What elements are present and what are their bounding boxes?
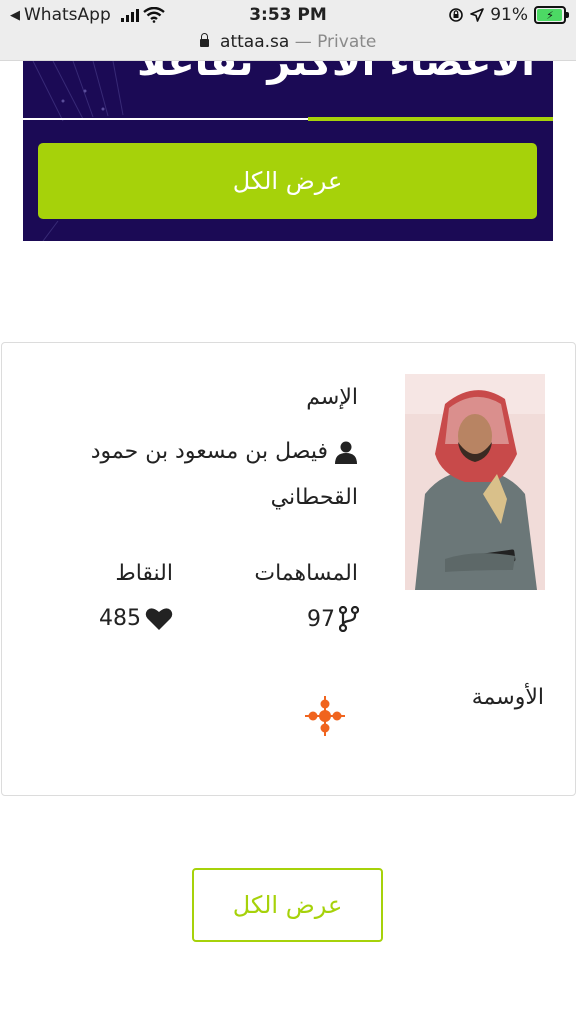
lock-icon — [199, 33, 209, 47]
member-avatar-image — [405, 374, 545, 590]
url-bar[interactable]: attaa.sa — Private — [0, 32, 576, 52]
hero-divider-accent — [308, 117, 553, 121]
contributions-stat: 97 — [307, 606, 359, 632]
rotation-lock-icon — [449, 8, 464, 22]
hero-title: الأعضاء الأكثر تفاعلا — [136, 61, 535, 85]
points-stat: 485 — [99, 606, 173, 631]
member-card: الإسم فيصل بن مسعود بن حمود القحطاني الم… — [1, 342, 576, 796]
user-icon — [335, 441, 357, 464]
badge-network-icon[interactable] — [304, 695, 346, 737]
hero-divider — [23, 118, 308, 120]
hero-banner: الأعضاء الأكثر تفاعلا عرض الكل — [23, 61, 553, 241]
url-domain: attaa.sa — [220, 32, 290, 52]
browser-status-bar: ◀ WhatsApp 3:53 PM 91% ⚡ attaa.sa — Priv… — [0, 0, 576, 61]
member-name-text: فيصل بن مسعود بن حمود القحطاني — [90, 439, 358, 510]
contributions-value: 97 — [307, 606, 335, 632]
points-label: النقاط — [115, 561, 173, 586]
badges-label: الأوسمة — [471, 685, 544, 710]
points-value: 485 — [99, 606, 141, 631]
code-branch-icon — [339, 606, 359, 632]
battery-percent: 91% — [490, 5, 528, 25]
name-label: الإسم — [306, 385, 358, 410]
member-photo — [405, 374, 545, 590]
member-name: فيصل بن مسعود بن حمود القحطاني — [38, 429, 358, 521]
view-all-members-button[interactable]: عرض الكل — [38, 143, 537, 219]
private-mode-label: — Private — [294, 32, 377, 52]
battery-icon: ⚡ — [534, 6, 569, 24]
view-all-button[interactable]: عرض الكل — [192, 868, 383, 942]
contributions-label: المساهمات — [254, 561, 358, 586]
location-arrow-icon — [470, 8, 485, 22]
heart-icon — [145, 607, 173, 630]
